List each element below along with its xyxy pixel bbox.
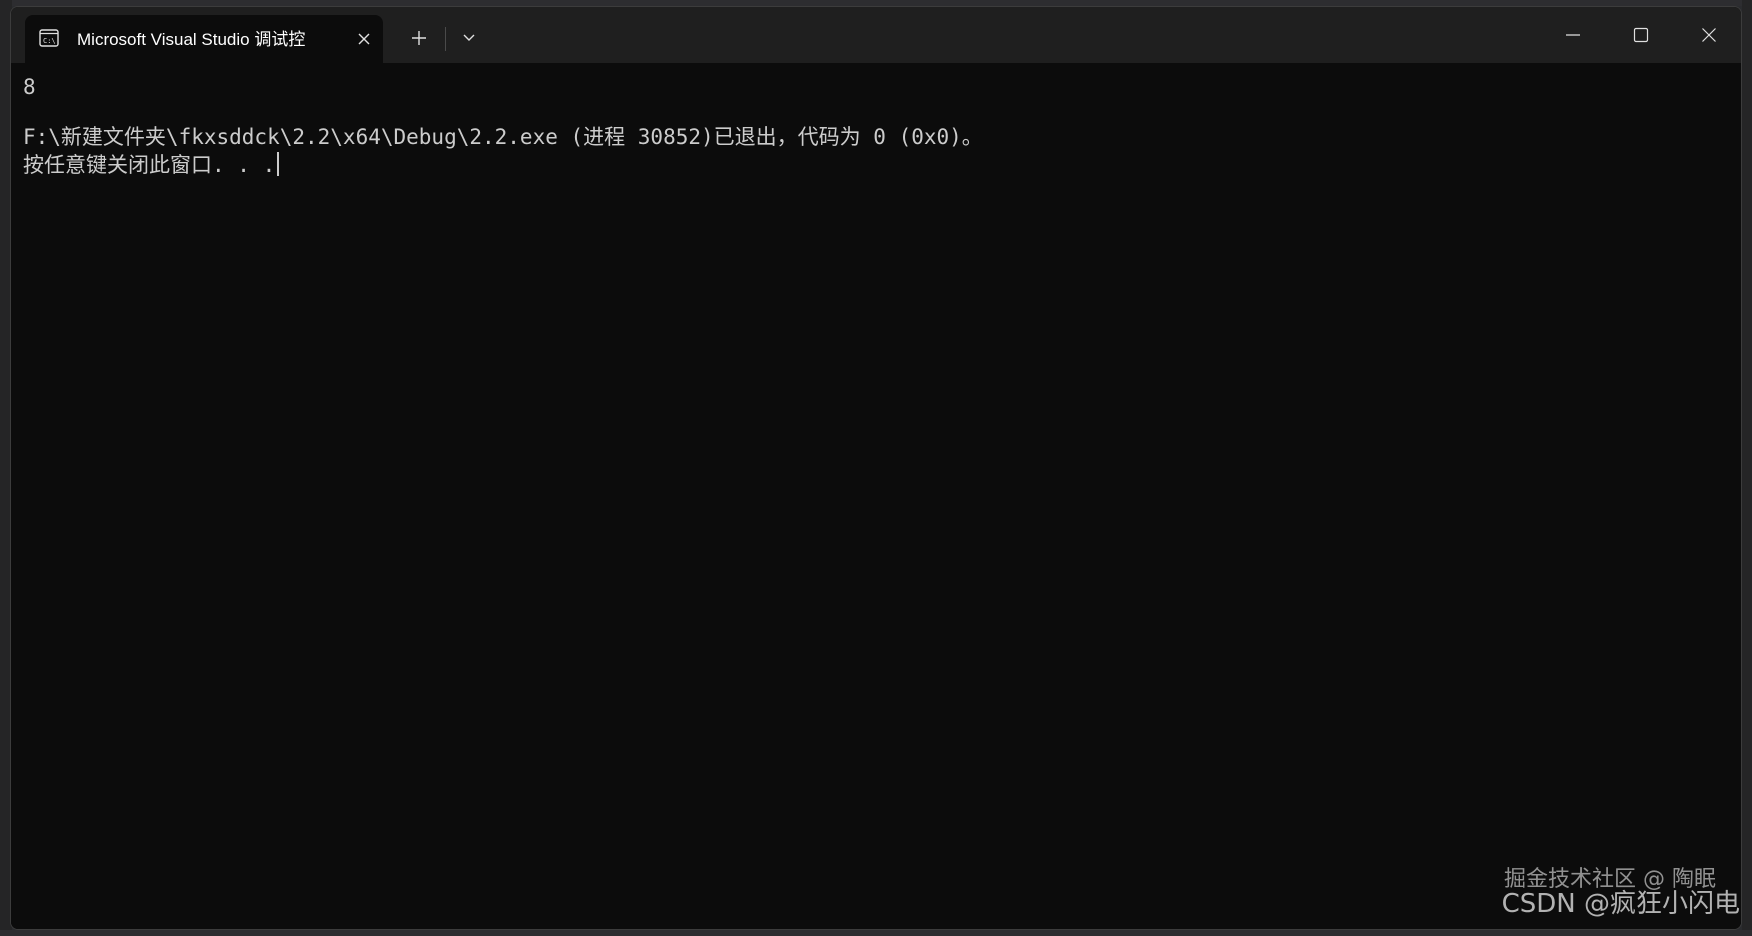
console-line-output: 8 bbox=[23, 75, 36, 99]
tab-debug-console[interactable]: C:\ Microsoft Visual Studio 调试控 bbox=[25, 15, 383, 63]
console-line-prompt: 按任意键关闭此窗口. . . bbox=[23, 151, 280, 179]
svg-text:C:\: C:\ bbox=[43, 37, 56, 45]
background-window-bottom-edge bbox=[0, 930, 1752, 936]
tab-dropdown-button[interactable] bbox=[451, 23, 487, 53]
close-window-button[interactable] bbox=[1675, 7, 1741, 63]
close-icon bbox=[358, 33, 370, 45]
maximize-icon bbox=[1633, 27, 1649, 43]
press-any-key-text: 按任意键关闭此窗口. . . bbox=[23, 153, 276, 177]
terminal-window: C:\ Microsoft Visual Studio 调试控 8 F:\新建文… bbox=[10, 6, 1742, 930]
maximize-button[interactable] bbox=[1607, 7, 1675, 63]
tab-separator bbox=[445, 27, 446, 51]
console-line-exit-message: F:\新建文件夹\fkxsddck\2.2\x64\Debug\2.2.exe … bbox=[23, 125, 983, 149]
minimize-icon bbox=[1566, 34, 1580, 36]
close-tab-button[interactable] bbox=[351, 26, 377, 52]
background-window-right-edge bbox=[1742, 0, 1752, 936]
console-output-area[interactable]: 8 F:\新建文件夹\fkxsddck\2.2\x64\Debug\2.2.ex… bbox=[11, 63, 1741, 929]
close-icon bbox=[1702, 28, 1716, 42]
title-bar[interactable]: C:\ Microsoft Visual Studio 调试控 bbox=[11, 7, 1741, 63]
text-cursor bbox=[277, 152, 280, 176]
minimize-button[interactable] bbox=[1539, 7, 1607, 63]
watermark-juejin: 掘金技术社区 @ 陶眠 bbox=[1504, 867, 1716, 892]
watermark: 掘金技术社区 @ 陶眠 CSDN @疯狂小闪电 bbox=[1440, 867, 1740, 926]
chevron-down-icon bbox=[463, 34, 475, 41]
plus-icon bbox=[412, 31, 426, 45]
screen: C:\ Microsoft Visual Studio 调试控 8 F:\新建文… bbox=[0, 0, 1752, 936]
new-tab-button[interactable] bbox=[401, 23, 437, 53]
console-icon: C:\ bbox=[39, 28, 59, 48]
tab-title: Microsoft Visual Studio 调试控 bbox=[77, 30, 306, 49]
